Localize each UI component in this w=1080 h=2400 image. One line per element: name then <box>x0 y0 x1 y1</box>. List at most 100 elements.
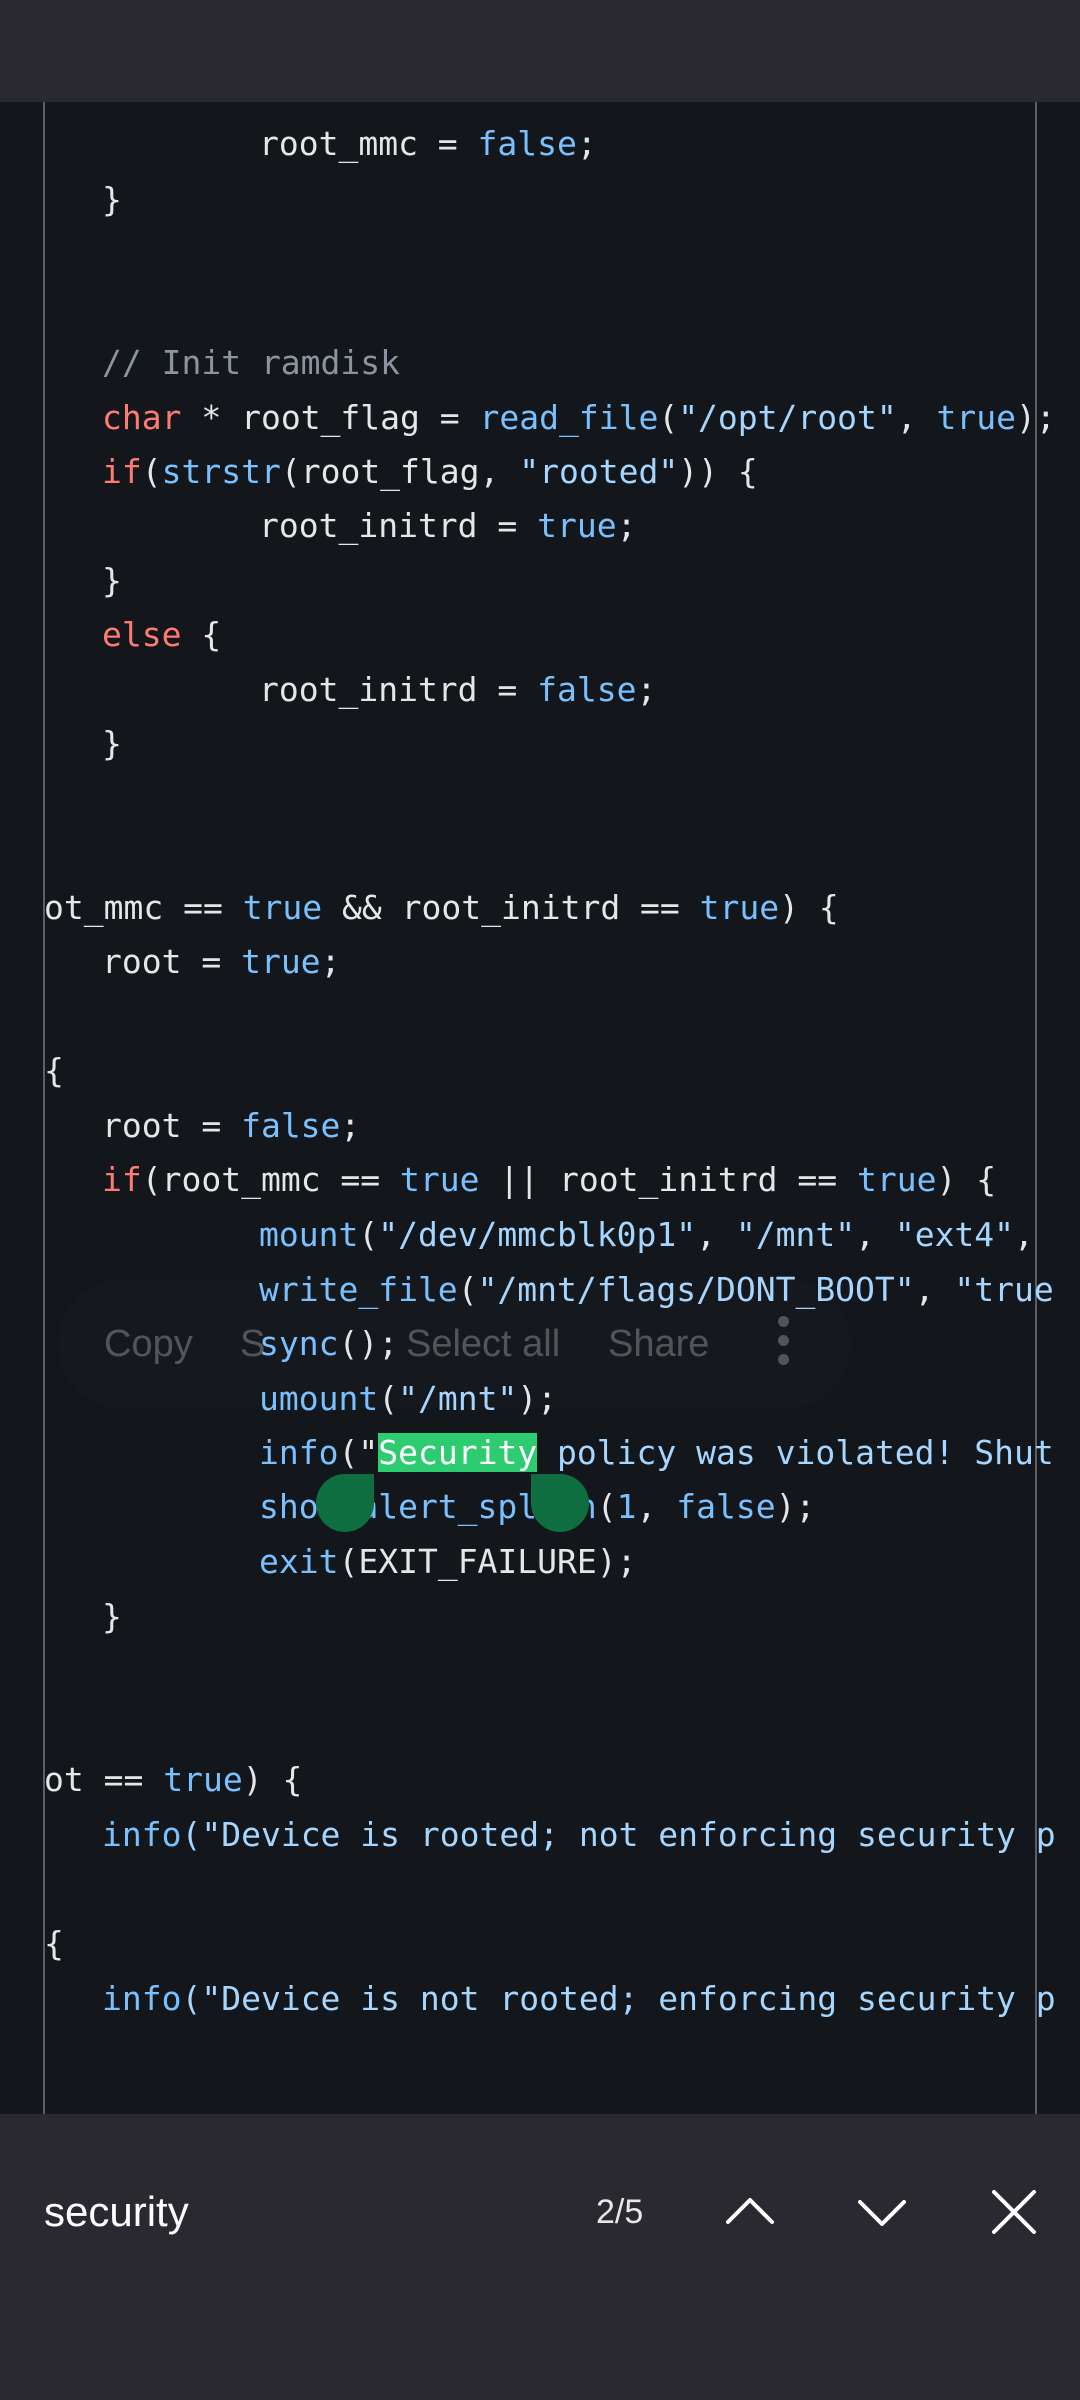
status-bar <box>0 0 1080 102</box>
code-token: , <box>855 1215 895 1254</box>
code-token: true <box>400 1160 480 1199</box>
code-token: ( <box>658 398 679 437</box>
code-token: mount <box>259 1215 359 1254</box>
code-token: (EXIT_FAILURE); <box>338 1542 637 1581</box>
code-viewer[interactable]: root_mmc = false;} // Init ramdisk char * … <box>0 102 1080 2114</box>
code-token: true <box>163 1760 243 1799</box>
code-token: ); <box>1015 398 1056 437</box>
code-token: ; <box>576 124 597 163</box>
code-line: info("Device is rooted; not enforcing se… <box>102 1808 1056 1862</box>
close-icon <box>992 2190 1036 2234</box>
copy-button[interactable]: Copy <box>104 1280 193 1408</box>
code-token: info <box>259 1433 339 1472</box>
code-token: "rooted" <box>519 452 679 491</box>
code-token: ; <box>340 1106 361 1145</box>
code-line: else { <box>102 608 221 662</box>
code-line: exit(EXIT_FAILURE); <box>259 1535 637 1589</box>
selection-end-handle[interactable] <box>531 1474 589 1532</box>
code-token: ; <box>320 942 341 981</box>
code-line: char * root_flag = read_file("/opt/root"… <box>102 391 1056 445</box>
code-token: ) { <box>936 1160 997 1199</box>
code-token: if <box>102 452 142 491</box>
code-token: ) { <box>242 1760 303 1799</box>
code-token: true <box>242 888 323 927</box>
toolbar-item-partial[interactable]: S <box>240 1280 265 1408</box>
code-token: } <box>102 561 122 600</box>
code-token: root = <box>102 942 242 981</box>
code-token: "true <box>954 1270 1054 1309</box>
code-token: root_mmc = <box>259 124 478 163</box>
code-token: { <box>181 615 222 654</box>
code-token: "/mnt" <box>735 1215 856 1254</box>
chevron-up-icon <box>726 2198 774 2224</box>
code-line: root_mmc = false; <box>259 117 597 171</box>
code-token: "/opt/root" <box>678 398 897 437</box>
code-token: read_file <box>479 398 659 437</box>
code-token: , <box>1014 1215 1034 1254</box>
code-line: ot == true) { <box>44 1753 302 1807</box>
code-token: (root_mmc == <box>141 1160 401 1199</box>
code-token: true <box>936 398 1016 437</box>
code-line: ot_mmc == true && root_initrd == true) { <box>44 881 839 935</box>
code-token: ); <box>775 1487 816 1526</box>
code-token: false <box>241 1106 341 1145</box>
code-token: 1 <box>616 1487 637 1526</box>
code-token: , <box>914 1270 955 1309</box>
code-line: { <box>44 1917 64 1971</box>
code-line: root = false; <box>102 1099 360 1153</box>
code-token: // Init ramdisk <box>102 343 401 382</box>
code-token: ot_mmc == <box>44 888 243 927</box>
code-token: (" <box>338 1433 379 1472</box>
find-input[interactable] <box>44 2158 544 2266</box>
match-count: 2/5 <box>596 2193 644 2231</box>
code-line: } <box>102 1590 122 1644</box>
code-token: ( <box>358 1215 379 1254</box>
code-token: char <box>102 398 182 437</box>
close-find-button[interactable] <box>964 2158 1064 2266</box>
code-token: "ext4" <box>894 1215 1015 1254</box>
code-token: info <box>102 1979 182 2018</box>
code-token: } <box>102 724 122 763</box>
code-token: exit <box>259 1542 339 1581</box>
find-in-page-bar: 2/5 <box>0 2114 1080 2400</box>
code-line: // Init ramdisk <box>102 336 400 390</box>
select-all-button[interactable]: Select all <box>406 1280 560 1408</box>
code-line: if(strstr(root_flag, "rooted")) { <box>102 445 758 499</box>
code-token: true <box>241 942 321 981</box>
code-token: , <box>896 398 937 437</box>
previous-match-button[interactable] <box>700 2158 800 2266</box>
code-token: false <box>537 670 637 709</box>
code-token: } <box>102 1597 122 1636</box>
code-line: } <box>102 173 122 227</box>
code-line: if(root_mmc == true || root_initrd == tr… <box>102 1153 996 1207</box>
code-line: } <box>102 554 122 608</box>
code-token: ( <box>141 452 162 491</box>
code-token: } <box>102 180 122 219</box>
share-button[interactable]: Share <box>608 1280 709 1408</box>
code-token: * root_flag = <box>181 398 480 437</box>
code-token: root_initrd = <box>259 506 538 545</box>
code-token: else <box>102 615 182 654</box>
more-vertical-icon[interactable] <box>778 1316 792 1372</box>
next-match-button[interactable] <box>832 2158 932 2266</box>
code-token: root_initrd = <box>259 670 538 709</box>
code-token: ( <box>596 1487 617 1526</box>
code-token: info <box>102 1815 182 1854</box>
search-match-highlight: Security <box>378 1433 538 1472</box>
code-line: } <box>102 717 122 771</box>
code-token: false <box>676 1487 776 1526</box>
code-token: ; <box>616 506 637 545</box>
code-token: { <box>44 1924 64 1963</box>
chevron-down-icon <box>858 2200 906 2226</box>
code-line: root_initrd = true; <box>259 499 637 553</box>
code-token: ("Device is not rooted; enforcing securi… <box>181 1979 1056 2018</box>
code-token: strstr <box>161 452 281 491</box>
text-selection-toolbar: Copy S Select all Share <box>58 1280 850 1408</box>
selection-start-handle[interactable] <box>316 1474 374 1532</box>
code-line: { <box>44 1044 64 1098</box>
code-token: , <box>696 1215 736 1254</box>
code-line: mount("/dev/mmcblk0p1", "/mnt", "ext4", <box>259 1208 1034 1262</box>
code-token: , <box>636 1487 677 1526</box>
code-token: root = <box>102 1106 242 1145</box>
code-token: ot == <box>44 1760 164 1799</box>
